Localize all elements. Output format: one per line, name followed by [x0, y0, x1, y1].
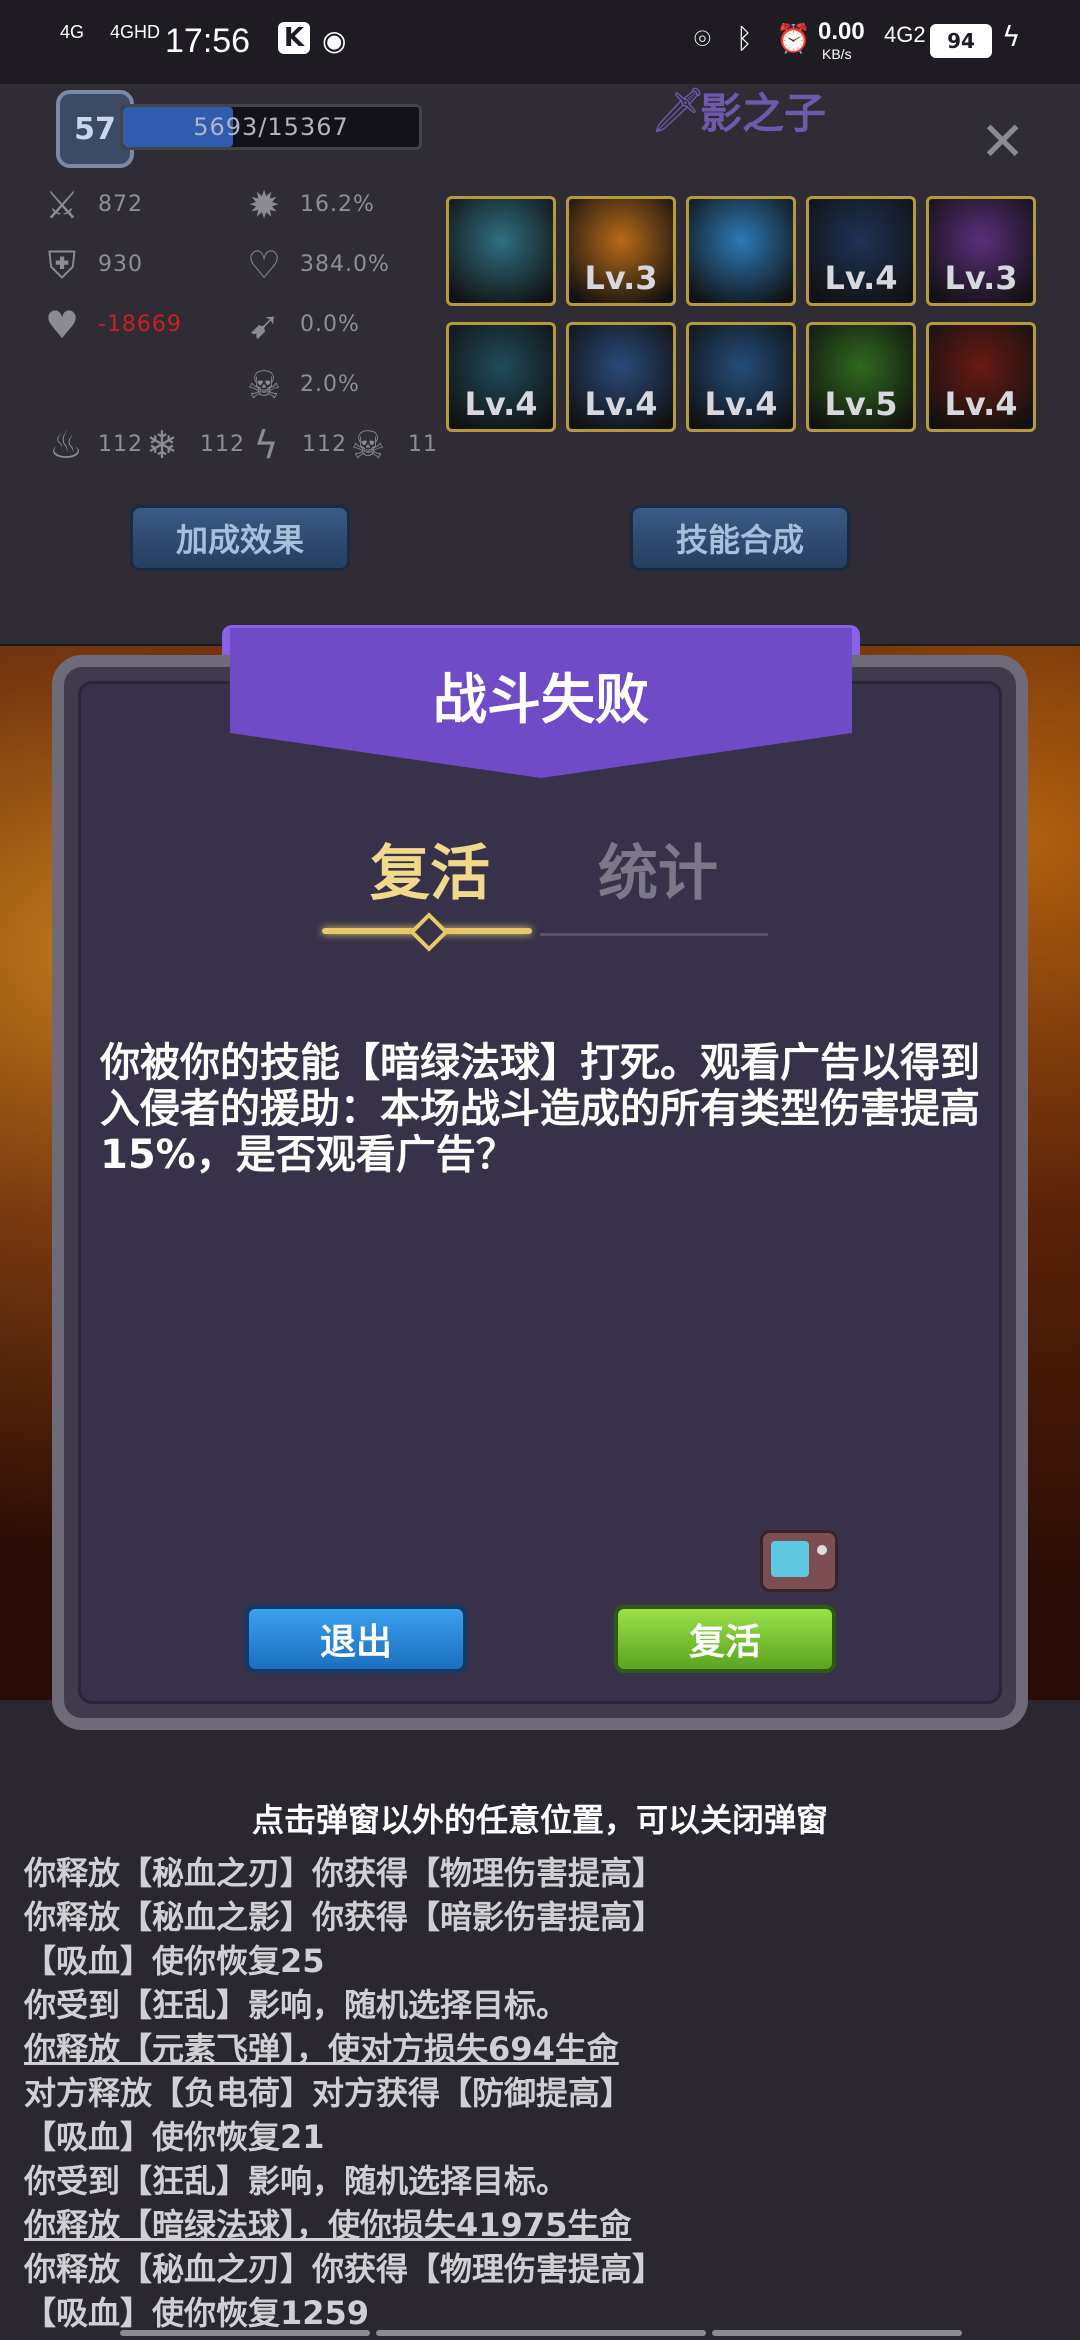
bluetooth-icon: ᛒ — [736, 22, 753, 55]
ice-value: 112 — [200, 432, 245, 457]
log-line: 你释放【秘血之刃】你获得【物理伤害提高】 — [24, 1854, 665, 1892]
defense-value: 930 — [98, 252, 143, 277]
alarm-icon: ⏰ — [776, 22, 811, 55]
log-line: 对方释放【负电荷】对方获得【防御提高】 — [24, 2074, 633, 2112]
skull-value: 2.0% — [300, 372, 360, 397]
dialog-message: 你被你的技能【暗绿法球】打死。观看广告以得到入侵者的援助：本场战斗造成的所有类型… — [100, 1040, 980, 1178]
poison-skull-icon: ☠ — [350, 423, 386, 467]
sword-icon: ⚔ — [44, 183, 80, 227]
fire-pillar-skill[interactable]: Lv.3 — [566, 196, 676, 306]
skill-level-label: Lv.3 — [584, 259, 658, 297]
dark-blade-skill[interactable]: Lv.3 — [926, 196, 1036, 306]
nav-indicator-left — [120, 2330, 370, 2336]
skill-level-label: Lv.5 — [824, 385, 898, 423]
log-line: 你受到【狂乱】影响，随机选择目标。 — [24, 1986, 569, 2024]
lightning-value: 112 — [302, 432, 347, 457]
hp-value: -18669 — [98, 312, 182, 337]
shadow-strike-skill[interactable]: Lv.4 — [806, 196, 916, 306]
log-line: 你释放【秘血之影】你获得【暗影伤害提高】 — [24, 1898, 665, 1936]
crit-damage-value: 384.0% — [300, 252, 390, 277]
poison-value: 11 — [408, 432, 438, 457]
battle-failed-dialog — [52, 655, 1028, 1730]
lightning-icon: ϟ — [253, 423, 279, 467]
network-indicator: 4G — [60, 22, 85, 42]
revive-button[interactable]: 复活 — [614, 1605, 836, 1673]
crit-icon: ✹ — [248, 183, 280, 227]
dodge-icon: ➹ — [248, 303, 280, 347]
dialog-title: 战斗失败 — [433, 668, 649, 731]
log-line: 【吸血】使你恢复1259 — [24, 2294, 370, 2332]
network-indicator-right: 4G2 — [884, 22, 926, 47]
dodge-value: 0.0% — [300, 312, 360, 337]
network-indicator-2: 4GHD — [110, 22, 161, 42]
log-line: 【吸血】使你恢复21 — [24, 2118, 325, 2156]
crit-damage-icon: ♡ — [246, 243, 282, 287]
green-orb-skill[interactable]: Lv.5 — [806, 322, 916, 432]
log-line: 【吸血】使你恢复25 — [24, 1942, 325, 1980]
shield-skill[interactable] — [446, 196, 556, 306]
tv-ad-icon — [760, 1530, 838, 1592]
exit-button[interactable]: 退出 — [245, 1605, 467, 1673]
nav-indicator-center — [376, 2330, 706, 2336]
tab-stats[interactable]: 统计 — [598, 825, 718, 912]
character-name: 影之子 — [700, 89, 827, 138]
spike-skill[interactable]: Lv.4 — [446, 322, 556, 432]
close-hint: 点击弹窗以外的任意位置，可以关闭弹窗 — [251, 1801, 828, 1839]
exp-bar: 5693/15367 — [120, 104, 422, 150]
ice-crown-skill[interactable]: Lv.4 — [566, 322, 676, 432]
ice-icon: ❄ — [146, 423, 178, 467]
battery-icon: 94 — [930, 24, 992, 58]
k-app-icon: K — [278, 22, 310, 54]
tab-revive[interactable]: 复活 — [370, 825, 490, 912]
attack-value: 872 — [98, 192, 143, 217]
fire-value: 112 — [98, 432, 143, 457]
wind-slash-skill[interactable]: Lv.4 — [686, 322, 796, 432]
close-icon[interactable]: ✕ — [980, 110, 1025, 173]
log-line: 你释放【秘血之刃】你获得【物理伤害提高】 — [24, 2250, 665, 2288]
charging-icon: ϟ — [1002, 20, 1021, 53]
dagger-icon: 🗡 — [650, 85, 706, 136]
water-wave-skill[interactable] — [686, 196, 796, 306]
log-line: 你释放【暗绿法球】，使你损失41975生命 — [24, 2206, 632, 2244]
wechat-icon: ◉ — [322, 24, 347, 57]
dialog-content-area — [78, 681, 1002, 1704]
crit-value: 16.2% — [300, 192, 375, 217]
skull-icon: ☠ — [246, 363, 282, 407]
log-line: 你受到【狂乱】影响，随机选择目标。 — [24, 2162, 569, 2200]
shield-icon: ⛨ — [47, 243, 77, 287]
skill-merge-button[interactable]: 技能合成 — [630, 505, 850, 571]
skill-level-label: Lv.4 — [464, 385, 538, 423]
blood-spear-skill[interactable]: Lv.4 — [926, 322, 1036, 432]
status-bar: 4G 4GHD 17:56 K ◉ ⌾ ᛒ ⏰ 0.00 KB/s 4G2 94… — [0, 0, 1080, 84]
tv-knob — [817, 1545, 827, 1555]
heart-icon: ♥ — [44, 303, 80, 347]
log-line: 你释放【元素飞弹】，使对方损失694生命 — [24, 2030, 619, 2068]
net-speed-unit: KB/s — [822, 46, 852, 62]
skill-level-label: Lv.4 — [944, 385, 1018, 423]
skill-level-label: Lv.4 — [584, 385, 658, 423]
bonus-effect-button[interactable]: 加成效果 — [130, 505, 350, 571]
skill-level-label: Lv.4 — [704, 385, 778, 423]
fire-icon: ♨ — [48, 423, 84, 467]
location-icon: ⌾ — [694, 22, 711, 55]
skill-level-label: Lv.3 — [944, 259, 1018, 297]
tv-screen — [771, 1541, 809, 1577]
nav-indicator-right — [712, 2330, 962, 2336]
tab-divider — [540, 933, 768, 936]
clock: 17:56 — [165, 22, 251, 60]
exp-text: 5693/15367 — [193, 113, 349, 141]
skill-level-label: Lv.4 — [824, 259, 898, 297]
net-speed: 0.00 — [818, 18, 865, 45]
